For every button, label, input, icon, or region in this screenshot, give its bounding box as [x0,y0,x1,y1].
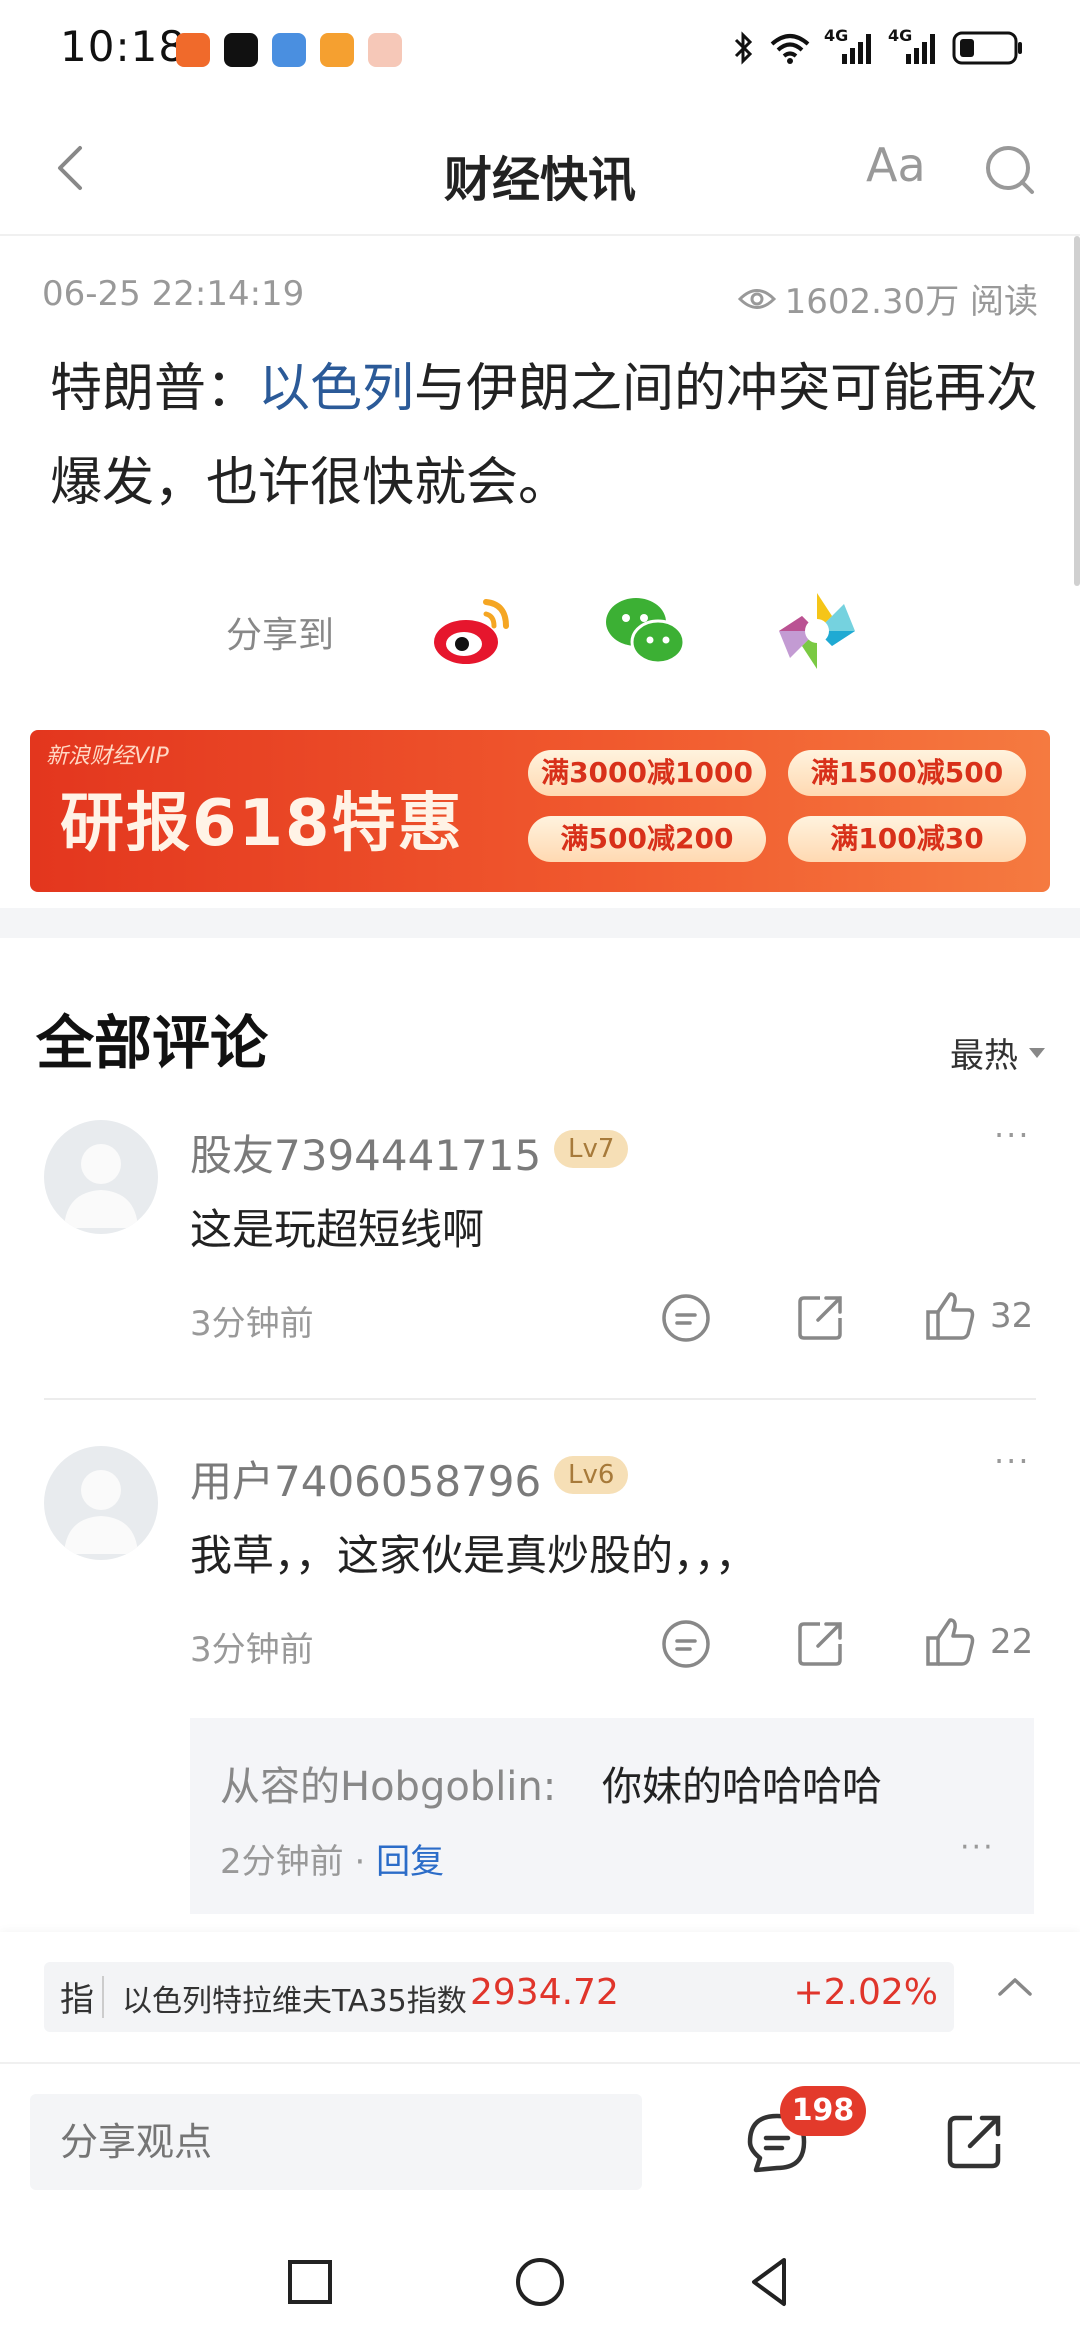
eye-icon [737,288,776,309]
font-size-button[interactable]: Aa [866,138,926,192]
network-type-2: 4G [888,26,913,45]
battery-icon [952,31,1022,65]
back-icon[interactable] [740,2252,800,2312]
bottom-input-bar: 198 [0,2062,1080,2212]
status-bar: 10:18 4G 4G [0,0,1080,100]
reply-time: 2分钟前 [220,1842,344,1882]
article-views: 1602.30万 阅读 [737,274,1038,323]
comment-item: 用户7406058796 Lv6 ··· 我草，，这家伙是真炒股的，，， 3分钟… [0,1442,1080,1702]
coupon-1: 满3000减1000 [528,750,766,796]
status-indicators: 4G 4G [732,26,1024,66]
top-nav-bar: 财经快讯 Aa [0,100,1080,236]
comment-username[interactable]: 股友7394441715 [190,1122,541,1183]
avatar[interactable] [44,1446,158,1560]
article-headline: 特朗普：以色列与伊朗之间的冲突可能再次爆发，也许很快就会。 [50,342,1040,530]
reply-more-button[interactable]: ··· [960,1830,995,1865]
coupon-4: 满100减30 [788,816,1026,862]
share-row: 分享到 [0,580,1080,680]
comment-input[interactable] [30,2094,642,2190]
sort-dropdown[interactable]: 最热 [950,1028,1046,1077]
section-divider [0,908,1080,938]
more-options-button[interactable]: ··· [994,1116,1031,1154]
reply-button[interactable]: 回复 [376,1842,444,1882]
app-notification-icon [176,33,210,67]
comment-divider [44,1398,1036,1400]
system-nav-bar [0,2210,1080,2340]
share-icon[interactable] [790,1288,850,1348]
signal-icon-1: 4G [824,26,876,66]
index-name: 以色列特拉维夫TA35指数 [122,1984,467,2019]
sort-label: 最热 [950,1036,1018,1076]
headline-link[interactable]: 以色列 [258,359,414,419]
moments-icon[interactable] [772,586,862,676]
more-options-button[interactable]: ··· [994,1442,1031,1480]
level-badge: Lv6 [554,1456,629,1494]
reply-icon[interactable] [656,1288,716,1348]
reply-thread[interactable]: 从容的Hobgoblin: 你妹的哈哈哈哈 2分钟前 · 回复 ··· [190,1718,1034,1914]
reply-text: 你妹的哈哈哈哈 [602,1764,882,1810]
search-icon[interactable] [980,140,1040,200]
scrollbar[interactable] [1074,236,1080,586]
article-timestamp: 06-25 22:14:19 [42,274,305,314]
tiktok-notification-icon [224,33,258,67]
like-count: 32 [990,1296,1034,1336]
like-count: 22 [990,1622,1034,1662]
avatar[interactable] [44,1120,158,1234]
views-count: 1602.30万 阅读 [784,282,1038,322]
notification-icons [176,33,402,67]
signal-icon-2: 4G [888,26,940,66]
book-notification-icon [368,33,402,67]
weibo-icon[interactable] [428,586,518,676]
headline-prefix: 特朗普： [50,359,259,419]
home-icon[interactable] [510,2252,570,2312]
comment-text: 我草，，这家伙是真炒股的，，， [190,1531,758,1580]
like-icon[interactable] [920,1612,980,1672]
bluetooth-icon [734,31,753,65]
reply-dot: · [354,1842,366,1882]
map-notification-icon [272,33,306,67]
share-icon[interactable] [940,2108,1008,2176]
banner-brand: 新浪财经VIP [46,744,169,769]
status-time: 10:18 [60,22,187,71]
coupon-2: 满1500减500 [788,750,1026,796]
index-ticker[interactable]: 指 以色列特拉维夫TA35指数 2934.72 +2.02% [44,1962,954,2032]
network-type-1: 4G [824,26,849,45]
reply-meta: 2分钟前 · 回复 [220,1834,444,1883]
level-badge: Lv7 [554,1130,629,1168]
promo-banner[interactable]: 新浪财经VIP 研报618特惠 满3000减1000 满1500减500 满50… [30,730,1050,892]
index-ticker-bar: 指 以色列特拉维夫TA35指数 2934.72 +2.02% [0,1932,1080,2062]
index-tag: 指 [60,1980,94,2020]
comments-title: 全部评论 [36,1009,269,1077]
index-separator [102,1976,104,2018]
reply-icon[interactable] [656,1614,716,1674]
recents-icon[interactable] [280,2252,340,2312]
comment-count-badge: 198 [780,2086,866,2136]
home-notification-icon [320,33,354,67]
index-change: +2.02% [793,1972,938,2013]
comment-text: 这是玩超短线啊 [190,1205,485,1254]
wifi-icon [770,34,810,64]
comment-username[interactable]: 用户7406058796 [190,1448,541,1509]
comment-time: 3分钟前 [190,1304,314,1344]
comment-item: 股友7394441715 Lv7 ··· 这是玩超短线啊 3分钟前 32 [0,1116,1080,1392]
reply-username[interactable]: 从容的Hobgoblin: [220,1754,556,1812]
wechat-icon[interactable] [600,586,690,676]
index-value: 2934.72 [470,1972,619,2013]
like-icon[interactable] [920,1286,980,1346]
caret-down-icon [1029,1047,1045,1058]
share-label: 分享到 [226,615,335,656]
chevron-up-icon[interactable] [990,1962,1040,2012]
coupon-3: 满500减200 [528,816,766,862]
share-icon[interactable] [790,1614,850,1674]
banner-headline: 研报618特惠 [60,787,464,861]
comment-time: 3分钟前 [190,1630,314,1670]
